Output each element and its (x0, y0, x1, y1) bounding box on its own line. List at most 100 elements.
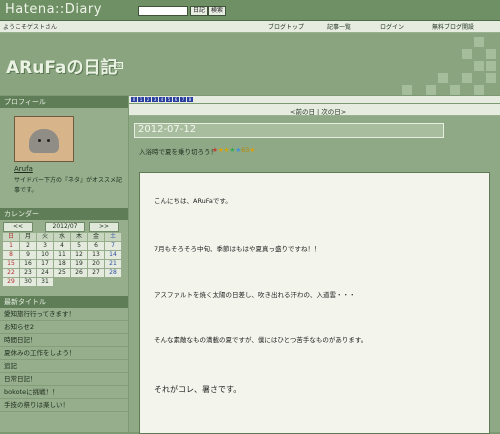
page-number[interactable]: 8 (187, 97, 193, 102)
top-bar: Hatena::Diary 日記 検索 (0, 0, 500, 21)
entry-date[interactable]: 2012-07-12 (138, 124, 196, 135)
calendar-day[interactable]: 11 (54, 251, 70, 259)
hatena-star[interactable]: ★★★★★63★ (212, 146, 255, 154)
calendar-prev-button[interactable]: << (3, 222, 33, 232)
calendar-day[interactable]: 7 (105, 242, 121, 250)
calendar-day[interactable]: 19 (71, 260, 87, 268)
weekday-header: 金 (88, 233, 104, 241)
star-icon: ★ (249, 146, 256, 154)
calendar-month: 2012/07 (45, 222, 85, 232)
entry-paragraph: 7月もそろそろ中旬、季節はもはや夏真っ盛りですね！！ (154, 245, 321, 253)
blog-header: ARuFaの日記 RSS (0, 33, 500, 95)
calendar-nav: << 2012/07 >> (3, 222, 125, 232)
page-number[interactable]: 1 (138, 97, 144, 102)
weekday-header: 火 (37, 233, 53, 241)
calendar-day[interactable]: 16 (20, 260, 36, 268)
nav-article-list[interactable]: 記事一覧 (327, 22, 351, 31)
calendar-day[interactable]: 10 (37, 251, 53, 259)
recent-titles-list: 愛知旅行行ってきます！ お知らせ2 時間日記！ 夏休みの工作をしよう！ 追記 日… (0, 308, 128, 412)
calendar-day[interactable]: 15 (3, 260, 19, 268)
sidebar: プロフィール Arufa サイドバー下方の『ネタ』がオススメ記事です。 カレンダ… (0, 96, 128, 432)
recent-titles-heading: 最新タイトル (0, 296, 128, 308)
calendar-next-button[interactable]: >> (89, 222, 119, 232)
nav-create-blog[interactable]: 無料ブログ開設 (432, 22, 474, 31)
weekday-header: 水 (54, 233, 70, 241)
recent-title-item[interactable]: 追記 (0, 360, 128, 373)
calendar-day[interactable]: 21 (105, 260, 121, 268)
profile-heading: プロフィール (0, 96, 128, 108)
calendar-day[interactable]: 22 (3, 269, 19, 277)
recent-title-item[interactable]: bokoteに挑戦！！ (0, 386, 128, 399)
recent-title-item[interactable]: 時間日記！ (0, 334, 128, 347)
calendar-day[interactable]: 28 (105, 269, 121, 277)
calendar-day[interactable]: 9 (20, 251, 36, 259)
page-number[interactable]: 2 (145, 97, 151, 102)
recent-title-item[interactable]: 愛知旅行行ってきます！ (0, 308, 128, 321)
avatar[interactable] (14, 116, 74, 162)
nav-blog-top[interactable]: ブログトップ (268, 22, 304, 31)
entry-paragraph: こんにちは、ARuFaです。 (154, 197, 232, 205)
calendar-day[interactable]: 25 (54, 269, 70, 277)
page-numbers: 0 1 2 3 4 5 6 7 8 (131, 97, 193, 102)
nav-bar: ようこそゲストさん ブログトップ 記事一覧 ログイン 無料ブログ開設 (0, 21, 500, 33)
profile-description: サイドバー下方の『ネタ』がオススメ記事です。 (14, 177, 123, 194)
recent-title-item[interactable]: 夏休みの工作をしよう！ (0, 347, 128, 360)
calendar-day[interactable]: 26 (71, 269, 87, 277)
search-button[interactable]: 検索 (208, 6, 227, 16)
page-number[interactable]: 3 (152, 97, 158, 102)
calendar-day[interactable]: 2 (20, 242, 36, 250)
page-number[interactable]: 6 (173, 97, 179, 102)
page-number[interactable]: 0 (131, 97, 137, 102)
page-number[interactable]: 4 (159, 97, 165, 102)
entry-title[interactable]: 入浴時で夏を乗り切ろう！ (139, 146, 217, 156)
entry-paragraph: それがコレ、暑さです。 (154, 385, 242, 394)
diary-search-button[interactable]: 日記 (190, 6, 209, 16)
calendar-day[interactable]: 4 (54, 242, 70, 250)
avatar-figure (29, 129, 59, 153)
calendar-day[interactable]: 17 (37, 260, 53, 268)
blog-title[interactable]: ARuFaの日記 (6, 53, 117, 78)
calendar-day[interactable]: 1 (3, 242, 19, 250)
nav-login[interactable]: ログイン (380, 22, 404, 31)
entry-paragraph: アスファルトを焼く太陽の日差し、吹き出れる汗わの、入道雲・・・ (154, 291, 356, 299)
weekday-header: 日 (3, 233, 19, 241)
profile-name[interactable]: Arufa (14, 165, 33, 173)
avatar-eye (47, 139, 50, 142)
calendar-day[interactable]: 6 (88, 242, 104, 250)
calendar-day[interactable]: 14 (105, 251, 121, 259)
recent-title-item[interactable]: お知らせ2 (0, 321, 128, 334)
hatena-diary-logo[interactable]: Hatena::Diary (5, 2, 102, 17)
calendar-day[interactable]: 5 (71, 242, 87, 250)
calendar-day[interactable]: 31 (37, 278, 53, 286)
rss-icon[interactable]: RSS (114, 62, 123, 69)
weekday-header: 木 (71, 233, 87, 241)
prev-next-links[interactable]: <前の日 | 次の日> (290, 106, 346, 116)
page-number[interactable]: 5 (166, 97, 172, 102)
calendar-day[interactable]: 18 (54, 260, 70, 268)
welcome-text: ようこそゲストさん (3, 24, 58, 31)
avatar-eye (38, 139, 41, 142)
calendar-day[interactable]: 20 (88, 260, 104, 268)
weekday-header: 土 (105, 233, 121, 241)
weekday-header: 月 (20, 233, 36, 241)
recent-title-item[interactable]: 日常日記！ (0, 373, 128, 386)
calendar-grid: 日 月 火 水 木 金 土 1 2 3 4 5 6 7 8 9 10 11 12 13 14 15 16 17 1… (3, 233, 125, 286)
calendar-day[interactable]: 30 (20, 278, 36, 286)
entry-paragraph: そんな素敵なもの満載の夏ですが、僕にはひとつ苦手なものがあります。 (154, 336, 368, 344)
calendar: << 2012/07 >> 日 月 火 水 木 金 土 1 2 3 4 5 6 7 8 9 10 1… (0, 220, 128, 296)
header-pattern (330, 33, 500, 95)
calendar-day[interactable]: 8 (3, 251, 19, 259)
calendar-day[interactable]: 3 (37, 242, 53, 250)
calendar-day[interactable]: 24 (37, 269, 53, 277)
calendar-day[interactable]: 27 (88, 269, 104, 277)
page-number[interactable]: 7 (180, 97, 186, 102)
calendar-day[interactable]: 12 (71, 251, 87, 259)
search-input[interactable] (138, 6, 188, 16)
calendar-day[interactable]: 29 (3, 278, 19, 286)
recent-title-item[interactable]: 手技の祭りは楽しい！ (0, 399, 128, 412)
entry-body: こんにちは、ARuFaです。 7月もそろそろ中旬、季節はもはや夏真っ盛りですね！… (139, 172, 490, 434)
calendar-day[interactable]: 23 (20, 269, 36, 277)
profile-section: Arufa サイドバー下方の『ネタ』がオススメ記事です。 (0, 108, 128, 208)
calendar-heading: カレンダー (0, 208, 128, 220)
calendar-day[interactable]: 13 (88, 251, 104, 259)
